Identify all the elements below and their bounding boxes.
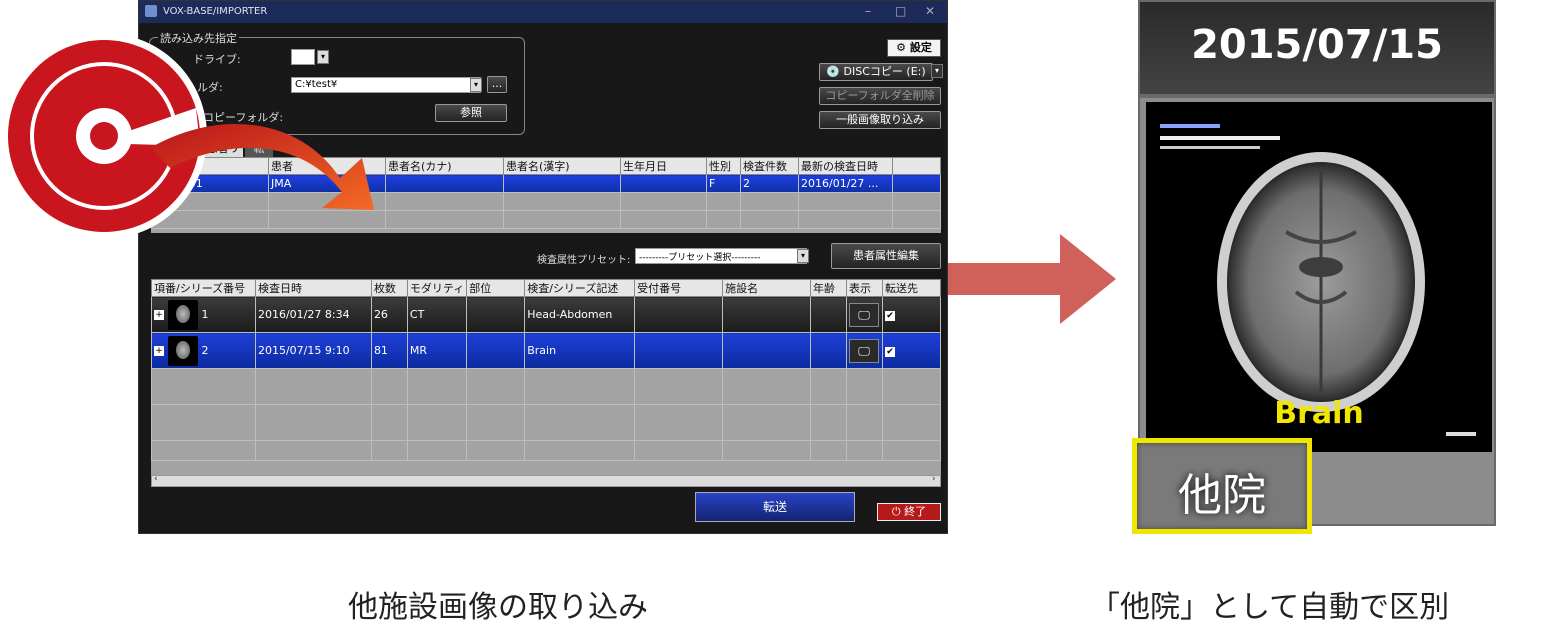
series-col-header[interactable]: 項番/シリーズ番号 — [151, 279, 256, 297]
series-table: 項番/シリーズ番号 検査日時 枚数 モダリティ 部位 検査/シリーズ記述 受付番… — [151, 279, 942, 475]
series-col-header[interactable]: 枚数 — [370, 279, 408, 297]
scroll-right-icon[interactable]: › — [932, 474, 936, 484]
gear-icon: ⚙ — [896, 41, 907, 54]
series-region — [466, 296, 526, 333]
patient-kanji — [503, 174, 621, 193]
power-icon: ⏻ — [891, 505, 901, 518]
transfer-checkbox[interactable]: ✔ — [884, 311, 895, 321]
scroll-left-icon[interactable]: ‹ — [154, 474, 158, 484]
right-arrow-icon — [948, 234, 1116, 324]
patient-exam-count: 2 — [740, 174, 799, 193]
series-accession — [634, 332, 724, 369]
browse-button[interactable]: 参照 — [435, 104, 507, 122]
expand-icon[interactable]: + — [154, 345, 164, 356]
disc-copy-button[interactable]: 💿 DISCコピー (E:) — [819, 63, 933, 81]
disc-import-graphic — [1, 33, 374, 239]
series-accession — [634, 296, 724, 333]
other-hospital-badge: 他院 — [1132, 438, 1312, 534]
series-date: 2016/01/27 8:34 — [254, 296, 372, 333]
series-count: 81 — [370, 332, 408, 369]
series-col-header[interactable]: 施設名 — [722, 279, 811, 297]
patient-sex: F — [706, 174, 741, 193]
folder-dropdown-icon[interactable]: ▾ — [470, 78, 482, 92]
series-region — [466, 332, 526, 369]
edit-patient-attributes-button[interactable]: 患者属性編集 — [831, 243, 941, 269]
maximize-icon[interactable]: □ — [895, 4, 906, 18]
display-icon[interactable]: 🖵 — [848, 338, 879, 363]
patient-birth — [620, 174, 707, 193]
series-date: 2015/07/15 9:10 — [254, 332, 372, 369]
app-icon — [145, 5, 157, 17]
settings-button[interactable]: ⚙ 設定 — [887, 39, 941, 57]
folder-browse-button[interactable]: ... — [487, 76, 507, 93]
preview-date: 2015/07/15 — [1191, 22, 1443, 68]
series-number: 1 — [201, 307, 209, 321]
patient-col-header[interactable]: 検査件数 — [740, 157, 799, 175]
general-image-import-button[interactable]: 一般画像取り込み — [819, 111, 941, 129]
disc-icon: 💿 — [826, 65, 841, 78]
patient-col-header[interactable]: 患者名(漢字) — [503, 157, 621, 175]
preview-date-bar: 2015/07/15 — [1138, 0, 1496, 96]
table-row[interactable]: + 1 2016/01/27 8:34 26 CT Head-Abdomen 🖵… — [151, 296, 942, 333]
series-age — [810, 332, 847, 369]
series-description: Head-Abdomen — [524, 296, 636, 333]
patient-col-header[interactable]: 性別 — [706, 157, 741, 175]
table-row[interactable]: + 2 2015/07/15 9:10 81 MR Brain 🖵 ✔ — [151, 332, 942, 369]
preview-frame: Brain 他院 — [1132, 96, 1496, 534]
series-col-header[interactable]: 検査/シリーズ記述 — [524, 279, 636, 297]
delete-copy-folder-button[interactable]: コピーフォルダ全削除 — [819, 87, 941, 105]
facility-tag: 他院 — [1178, 470, 1266, 521]
patient-col-header[interactable]: 生年月日 — [620, 157, 707, 175]
series-description: Brain — [524, 332, 636, 369]
series-facility — [722, 332, 811, 369]
table-row — [151, 440, 942, 461]
patient-col-header[interactable]: 最新の検査日時 — [798, 157, 893, 175]
series-age — [810, 296, 847, 333]
series-col-header[interactable]: 受付番号 — [634, 279, 724, 297]
patient-col-header[interactable]: 患者名(カナ) — [385, 157, 504, 175]
series-modality: CT — [406, 296, 468, 333]
preview-series-label: Brain — [1274, 396, 1364, 431]
ct-thumbnail — [168, 299, 198, 330]
close-icon[interactable]: ✕ — [925, 4, 935, 18]
patient-latest-exam: 2016/01/27 ... — [798, 174, 893, 193]
minimize-icon[interactable]: – — [865, 4, 871, 18]
transfer-checkbox[interactable]: ✔ — [884, 347, 895, 357]
transfer-button[interactable]: 転送 — [695, 492, 855, 522]
table-row — [151, 404, 942, 441]
series-col-header[interactable]: 年齢 — [810, 279, 847, 297]
series-facility — [722, 296, 811, 333]
expand-icon[interactable]: + — [154, 309, 164, 320]
horizontal-scrollbar[interactable]: ‹ › — [151, 474, 941, 487]
series-modality: MR — [406, 332, 468, 369]
window-title: VOX-BASE/IMPORTER — [163, 6, 268, 17]
mr-thumbnail — [168, 335, 198, 366]
series-col-header[interactable]: 表示 — [845, 279, 883, 297]
caption-right: 「他院」として自動で区別 — [1090, 590, 1450, 625]
disc-copy-dropdown-icon[interactable]: ▾ — [931, 64, 943, 78]
series-count: 26 — [370, 296, 408, 333]
preset-dropdown-icon[interactable]: ▾ — [797, 249, 809, 263]
series-number: 2 — [201, 343, 209, 357]
patient-kana — [385, 174, 504, 193]
title-bar: VOX-BASE/IMPORTER – □ ✕ — [139, 1, 947, 23]
mr-preview-image: Brain — [1146, 102, 1492, 452]
exit-button[interactable]: ⏻ 終了 — [877, 503, 941, 521]
table-row — [151, 368, 942, 405]
preset-label: 検査属性プリセット: — [537, 255, 631, 266]
series-col-header[interactable]: モダリティ — [406, 279, 468, 297]
series-col-header[interactable]: 部位 — [466, 279, 526, 297]
series-col-header[interactable]: 転送先 — [881, 279, 942, 297]
preset-select[interactable]: ---------プリセット選択--------- — [635, 248, 807, 264]
series-col-header[interactable]: 検査日時 — [254, 279, 372, 297]
display-icon[interactable]: 🖵 — [848, 302, 879, 327]
caption-left: 他施設画像の取り込み — [348, 590, 648, 625]
